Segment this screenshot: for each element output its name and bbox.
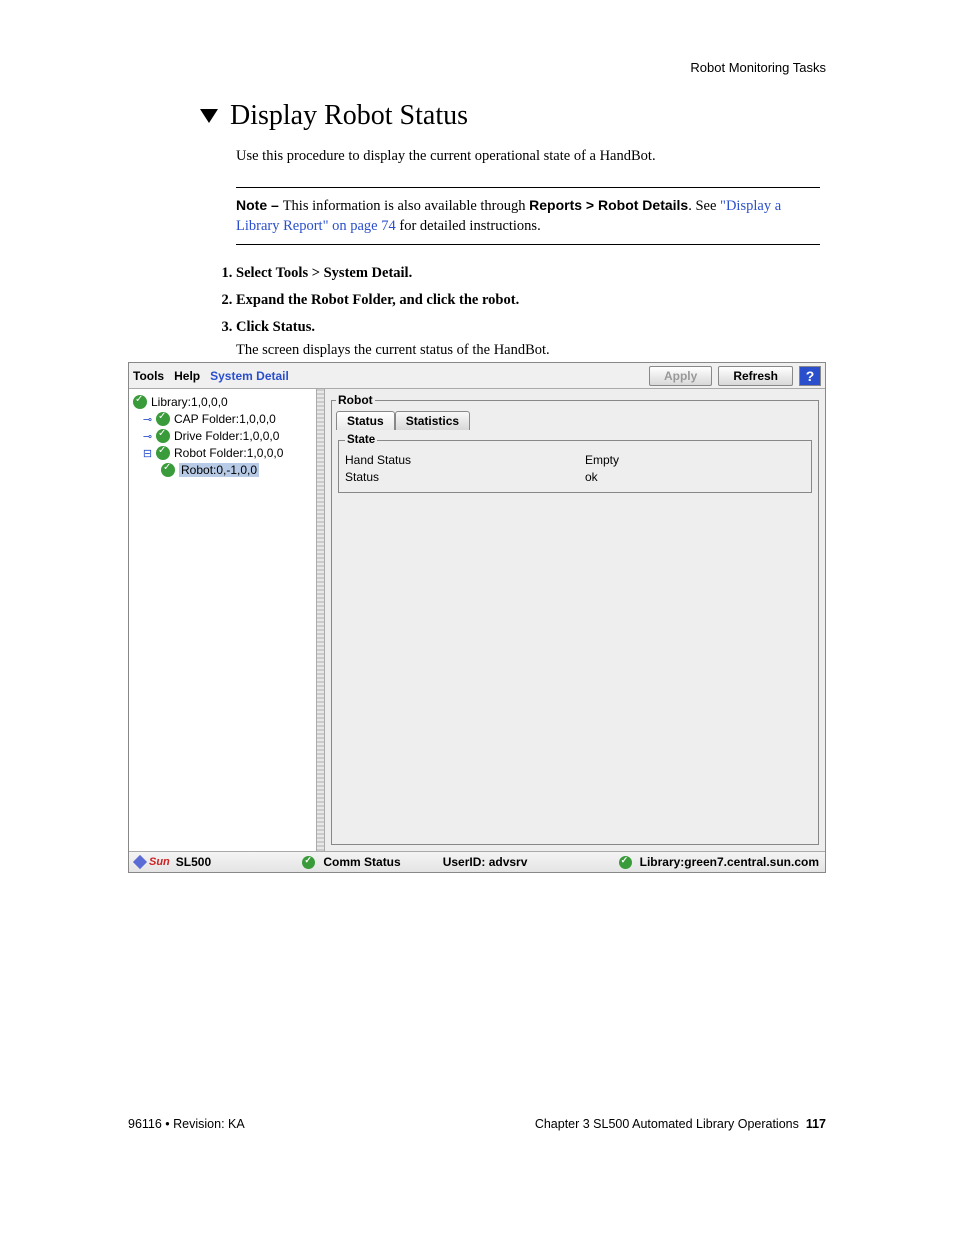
step-2-text: Expand the Robot Folder, and click the r… [236, 292, 519, 308]
expand-icon[interactable]: ⊸ [143, 432, 152, 441]
step-3: Click Status. The screen displays the cu… [236, 319, 820, 359]
ok-icon [619, 856, 632, 869]
toolbar: Tools Help System Detail Apply Refresh ? [129, 363, 825, 389]
sun-logo: Sun [135, 856, 170, 868]
robot-fieldset: Robot Status Statistics State Hand Statu… [331, 393, 819, 845]
footer-page-number: 117 [806, 1117, 826, 1131]
row-hand-status: Hand Status Empty [345, 452, 805, 469]
step-1: Select Tools > System Detail. [236, 265, 820, 282]
refresh-button[interactable]: Refresh [718, 366, 793, 386]
status-label: Status [345, 469, 585, 486]
ok-icon [302, 856, 315, 869]
ok-icon [161, 463, 175, 477]
note-text-2: . See [688, 198, 720, 214]
collapse-triangle-icon [200, 109, 218, 123]
expand-icon[interactable]: ⊸ [143, 415, 152, 424]
library-label: Library: [640, 855, 685, 869]
note-box: Note – This information is also availabl… [236, 187, 820, 245]
splitter-handle[interactable] [317, 389, 325, 851]
app-window: Tools Help System Detail Apply Refresh ?… [128, 362, 826, 873]
menu-system-detail[interactable]: System Detail [210, 369, 289, 383]
tree-robot-label: Robot:0,-1,0,0 [179, 463, 259, 477]
model-label: SL500 [176, 855, 211, 869]
library-host-value: green7.central.sun.com [684, 855, 819, 869]
sun-diamond-icon [133, 855, 147, 869]
tree-robot-folder-label: Robot Folder:1,0,0,0 [174, 446, 283, 460]
robot-legend: Robot [336, 393, 375, 407]
footer-right: Chapter 3 SL500 Automated Library Operat… [535, 1117, 826, 1131]
userid-label: UserID: advsrv [443, 855, 528, 869]
library-host: Library:green7.central.sun.com [640, 855, 819, 869]
tree-library-label: Library:1,0,0,0 [151, 395, 228, 409]
state-fieldset: State Hand Status Empty Status ok [338, 434, 812, 493]
sun-text: Sun [149, 856, 170, 868]
userid-prefix: UserID: [443, 855, 489, 869]
row-status: Status ok [345, 469, 805, 486]
tree-panel: Library:1,0,0,0 ⊸ CAP Folder:1,0,0,0 ⊸ D… [129, 389, 317, 851]
note-text-3: for detailed instructions. [396, 218, 541, 234]
step-3-text: Click Status. [236, 319, 315, 335]
page-footer: 96116 • Revision: KA Chapter 3 SL500 Aut… [128, 1117, 826, 1131]
footer-chapter: Chapter 3 SL500 Automated Library Operat… [535, 1117, 799, 1131]
page-header-section: Robot Monitoring Tasks [690, 60, 826, 75]
tree-robot-folder[interactable]: ⊟ Robot Folder:1,0,0,0 [133, 446, 312, 460]
tree-cap-label: CAP Folder:1,0,0,0 [174, 412, 276, 426]
steps-list: Select Tools > System Detail. Expand the… [218, 265, 820, 359]
note-prefix: Note – [236, 197, 283, 213]
comm-status-label: Comm Status [323, 855, 400, 869]
help-button[interactable]: ? [799, 366, 821, 386]
note-menu-path: Reports > Robot Details [529, 197, 688, 213]
step-2: Expand the Robot Folder, and click the r… [236, 292, 820, 309]
status-value: ok [585, 469, 598, 486]
tree-robot-node[interactable]: Robot:0,-1,0,0 [133, 463, 312, 477]
collapse-icon[interactable]: ⊟ [143, 449, 152, 458]
tree-drive-folder[interactable]: ⊸ Drive Folder:1,0,0,0 [133, 429, 312, 443]
ok-icon [156, 446, 170, 460]
status-bar: Sun SL500 Comm Status UserID: advsrv Lib… [129, 851, 825, 872]
tree-drive-label: Drive Folder:1,0,0,0 [174, 429, 279, 443]
menu-help[interactable]: Help [174, 369, 200, 383]
note-text-1: This information is also available throu… [283, 198, 529, 214]
apply-button[interactable]: Apply [649, 366, 712, 386]
userid-value: advsrv [489, 855, 528, 869]
step-1-text: Select Tools > System Detail. [236, 265, 412, 281]
state-legend: State [345, 434, 377, 446]
menu-tools[interactable]: Tools [133, 369, 164, 383]
footer-left: 96116 • Revision: KA [128, 1117, 245, 1131]
hand-status-label: Hand Status [345, 452, 585, 469]
ok-icon [156, 429, 170, 443]
tree-library[interactable]: Library:1,0,0,0 [133, 395, 312, 409]
tab-status[interactable]: Status [336, 411, 395, 430]
tab-statistics[interactable]: Statistics [395, 411, 470, 430]
tree-cap-folder[interactable]: ⊸ CAP Folder:1,0,0,0 [133, 412, 312, 426]
main-panel: Robot Status Statistics State Hand Statu… [325, 389, 825, 851]
ok-icon [156, 412, 170, 426]
intro-text: Use this procedure to display the curren… [236, 148, 820, 165]
hand-status-value: Empty [585, 452, 619, 469]
step-3-desc: The screen displays the current status o… [236, 342, 820, 359]
page-title: Display Robot Status [230, 100, 468, 132]
ok-icon [133, 395, 147, 409]
